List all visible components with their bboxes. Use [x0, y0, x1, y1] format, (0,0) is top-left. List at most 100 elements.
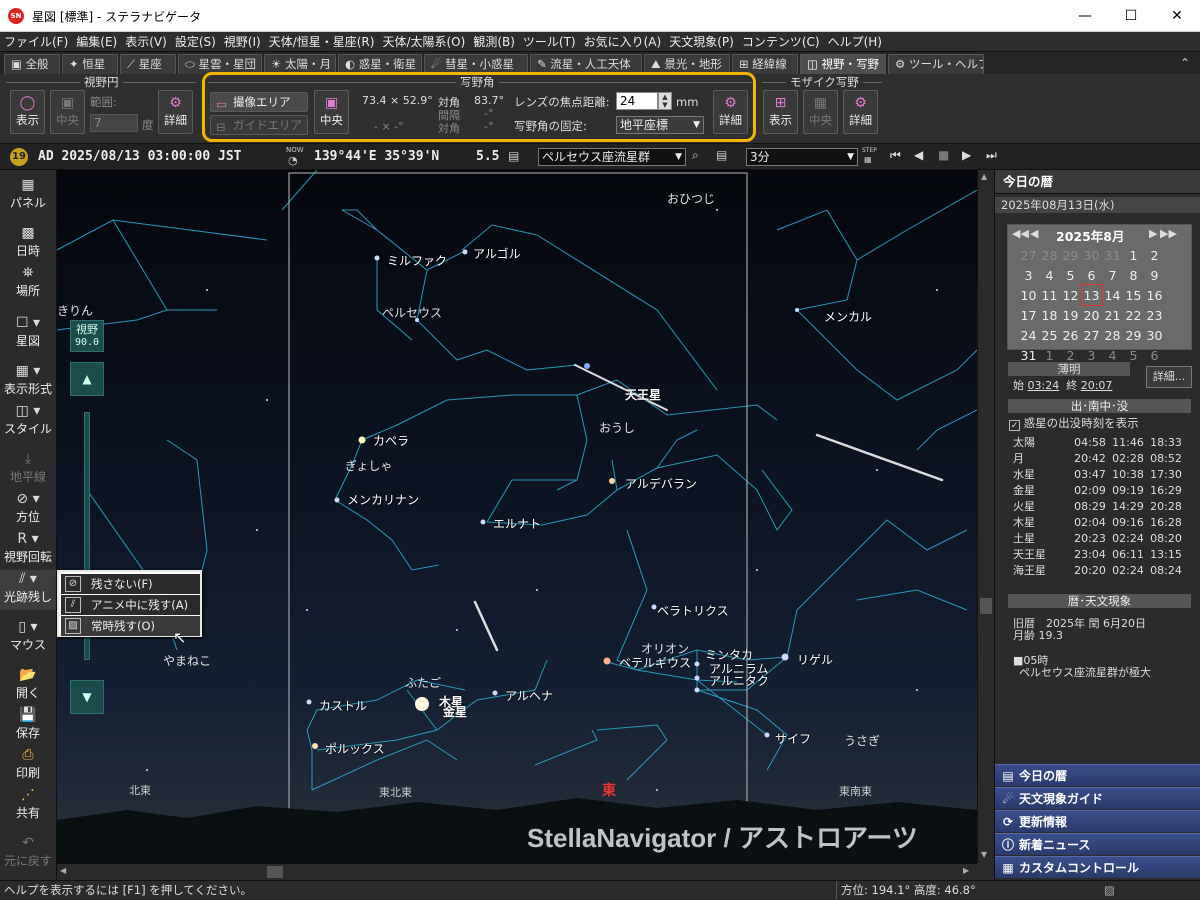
calendar-day[interactable]: 15 [1123, 285, 1144, 305]
star-label-mirfak[interactable]: ミルファク [387, 252, 447, 269]
close-button[interactable]: ✕ [1154, 0, 1200, 32]
calendar-day[interactable]: 1 [1123, 245, 1144, 265]
calendar-day[interactable]: 13 [1080, 284, 1103, 306]
calendar-day[interactable]: 30 [1144, 325, 1165, 345]
menu-fov[interactable]: 視野(I) [220, 32, 265, 52]
scroll-down-icon[interactable]: ▼ [981, 850, 987, 859]
nav-phenomena-guide[interactable]: ☄ 天文現象ガイド [995, 787, 1200, 809]
calendar-day[interactable]: 18 [1039, 305, 1060, 325]
vertical-scrollbar[interactable]: ▲ ▼ [977, 170, 994, 863]
star-label-alhena[interactable]: アルヘナ [505, 687, 553, 704]
calendar-day[interactable]: 21 [1102, 305, 1123, 325]
mouse-button[interactable]: ▯ ▾ マウス [0, 618, 56, 658]
scroll-left-icon[interactable]: ◀ [60, 866, 66, 875]
scroll-up-icon[interactable]: ▲ [981, 172, 987, 181]
tab-planets[interactable]: ◐ 惑星・衛星 [338, 54, 422, 74]
location-display[interactable]: 139°44'E 35°39'N [314, 149, 439, 164]
style-button[interactable]: ◫ ▾ スタイル [0, 402, 56, 442]
menu-edit[interactable]: 編集(E) [72, 32, 121, 52]
nav-today-calendar[interactable]: ▤ 今日の暦 [995, 764, 1200, 786]
nav-news[interactable]: ⓘ 新着ニュース [995, 833, 1200, 855]
calendar-day[interactable]: 6 [1081, 265, 1102, 285]
prev-month-icon[interactable]: ◀ [1030, 227, 1038, 240]
tab-constellations[interactable]: ⟋ 星座 [120, 54, 176, 74]
tab-nebulae[interactable]: ⬭ 星雲・星団 [178, 54, 262, 74]
menu-contents[interactable]: コンテンツ(C) [738, 32, 824, 52]
menu-favorites[interactable]: お気に入り(A) [580, 32, 666, 52]
tab-fov-photo[interactable]: ◫ 視野・写野 [800, 54, 886, 74]
datetime-display[interactable]: AD 2025/08/13 03:00:00 JST [38, 149, 242, 164]
menu-settings[interactable]: 設定(S) [171, 32, 220, 52]
calendar-day[interactable]: 5 [1060, 265, 1081, 285]
prev-year-icon[interactable]: ◀◀ [1012, 227, 1029, 240]
planet-label-uranus[interactable]: 天王星 [625, 386, 661, 403]
view-rotation-button[interactable]: R ▾ 視野回転 [0, 530, 56, 570]
star-label-bellatrix[interactable]: ベラトリクス [657, 602, 729, 619]
time-step-select[interactable]: 3分 ▼ [746, 148, 858, 166]
minimize-button[interactable]: — [1062, 0, 1108, 32]
calendar-day[interactable]: 29 [1123, 325, 1144, 345]
nav-custom-control[interactable]: ▦ カスタムコントロール [995, 856, 1200, 878]
tab-comets[interactable]: ☄ 彗星・小惑星 [424, 54, 528, 74]
star-chart[interactable]: きりん おひつじ ミルファク アルゴル ペルセウス カペラ ぎょしゃ メンカリナ… [57, 170, 977, 863]
display-format-button[interactable]: ▦ ▾ 表示形式 [0, 362, 56, 402]
calendar-day[interactable]: 26 [1060, 325, 1081, 345]
fov-circle-detail-button[interactable]: ⚙ 詳細 [158, 90, 193, 134]
list-icon[interactable]: ▤ [716, 148, 727, 162]
star-label-menkar[interactable]: メンカル [824, 308, 872, 325]
calendar-day[interactable]: 16 [1144, 285, 1165, 305]
range-input[interactable]: 7 [90, 114, 138, 132]
calendar-day[interactable]: 24 [1018, 325, 1039, 345]
star-label-rigel[interactable]: リゲル [797, 651, 833, 668]
clock-icon[interactable]: ◔ [288, 154, 298, 167]
hscroll-thumb[interactable] [267, 866, 283, 878]
calendar-day[interactable]: 14 [1102, 285, 1123, 305]
tab-landscape[interactable]: ⛰ 景光・地形 [644, 54, 730, 74]
calendar-day[interactable]: 28 [1102, 325, 1123, 345]
magnitude-display[interactable]: 5.5 [476, 149, 499, 164]
star-label-algol[interactable]: アルゴル [473, 245, 521, 262]
skip-back-icon[interactable]: ⏮ [890, 148, 901, 163]
calendar-day[interactable]: 6 [1144, 345, 1165, 365]
scroll-thumb[interactable] [980, 598, 992, 614]
tab-tools-help[interactable]: ⚙ ツール・ヘルプ [888, 54, 984, 74]
keyboard-icon[interactable]: ▤ [508, 149, 519, 163]
stop-icon[interactable]: ■ [938, 148, 949, 162]
calendar-day[interactable]: 2 [1144, 245, 1165, 265]
calendar-day[interactable]: 29 [1060, 245, 1081, 265]
menu-solar[interactable]: 天体/太陽系(O) [378, 32, 469, 52]
fov-circle-show-button[interactable]: ◯ 表示 [10, 90, 45, 134]
object-select[interactable]: ペルセウス座流星群 ▼ [538, 148, 686, 166]
calendar-day[interactable]: 12 [1060, 285, 1081, 305]
mosaic-detail-button[interactable]: ⚙ 詳細 [843, 90, 878, 134]
calendar-day[interactable]: 22 [1123, 305, 1144, 325]
star-label-saiph[interactable]: サイフ [775, 730, 811, 747]
event-text[interactable]: ペルセウス座流星群が極大 [1019, 664, 1151, 680]
next-month-icon[interactable]: ▶ [1149, 227, 1157, 240]
twilight-detail-button[interactable]: 詳細... [1146, 366, 1192, 388]
fov-circle-center-button[interactable]: ▣ 中央 [50, 90, 85, 134]
chart-button[interactable]: ☐ ▾ 星図 [0, 314, 56, 354]
menu-tools[interactable]: ツール(T) [519, 32, 580, 52]
tab-sun-moon[interactable]: ☀ 太陽・月 [264, 54, 336, 74]
calendar-day[interactable]: 28 [1039, 245, 1060, 265]
calendar-day[interactable]: 25 [1039, 325, 1060, 345]
calendar-day[interactable]: 20 [1081, 305, 1102, 325]
trail-option-none[interactable]: ⊘ 残さない(F) [61, 574, 200, 594]
open-button[interactable]: 📂 開く [0, 666, 56, 706]
star-label-pollux[interactable]: ポルックス [325, 740, 385, 757]
tab-general[interactable]: ▣ 全般 [4, 54, 60, 74]
mosaic-center-button[interactable]: ▦ 中央 [803, 90, 838, 134]
calendar-day[interactable]: 4 [1039, 265, 1060, 285]
star-label-elnath[interactable]: エルナト [493, 515, 541, 532]
undo-button[interactable]: ↶ 元に戻す [0, 834, 56, 874]
star-label-menkalinan[interactable]: メンカリナン [347, 491, 419, 508]
calendar-day[interactable]: 30 [1081, 245, 1102, 265]
calendar-day[interactable]: 10 [1018, 285, 1039, 305]
tab-stars[interactable]: ✦ 恒星 [62, 54, 118, 74]
calendar-day[interactable]: 9 [1144, 265, 1165, 285]
trail-button[interactable]: ⫽ ▾ 光跡残し [0, 570, 56, 610]
scroll-right-icon[interactable]: ▶ [963, 866, 969, 875]
calendar-day[interactable]: 19 [1060, 305, 1081, 325]
tab-grid[interactable]: ⊞ 経緯線 [732, 54, 798, 74]
